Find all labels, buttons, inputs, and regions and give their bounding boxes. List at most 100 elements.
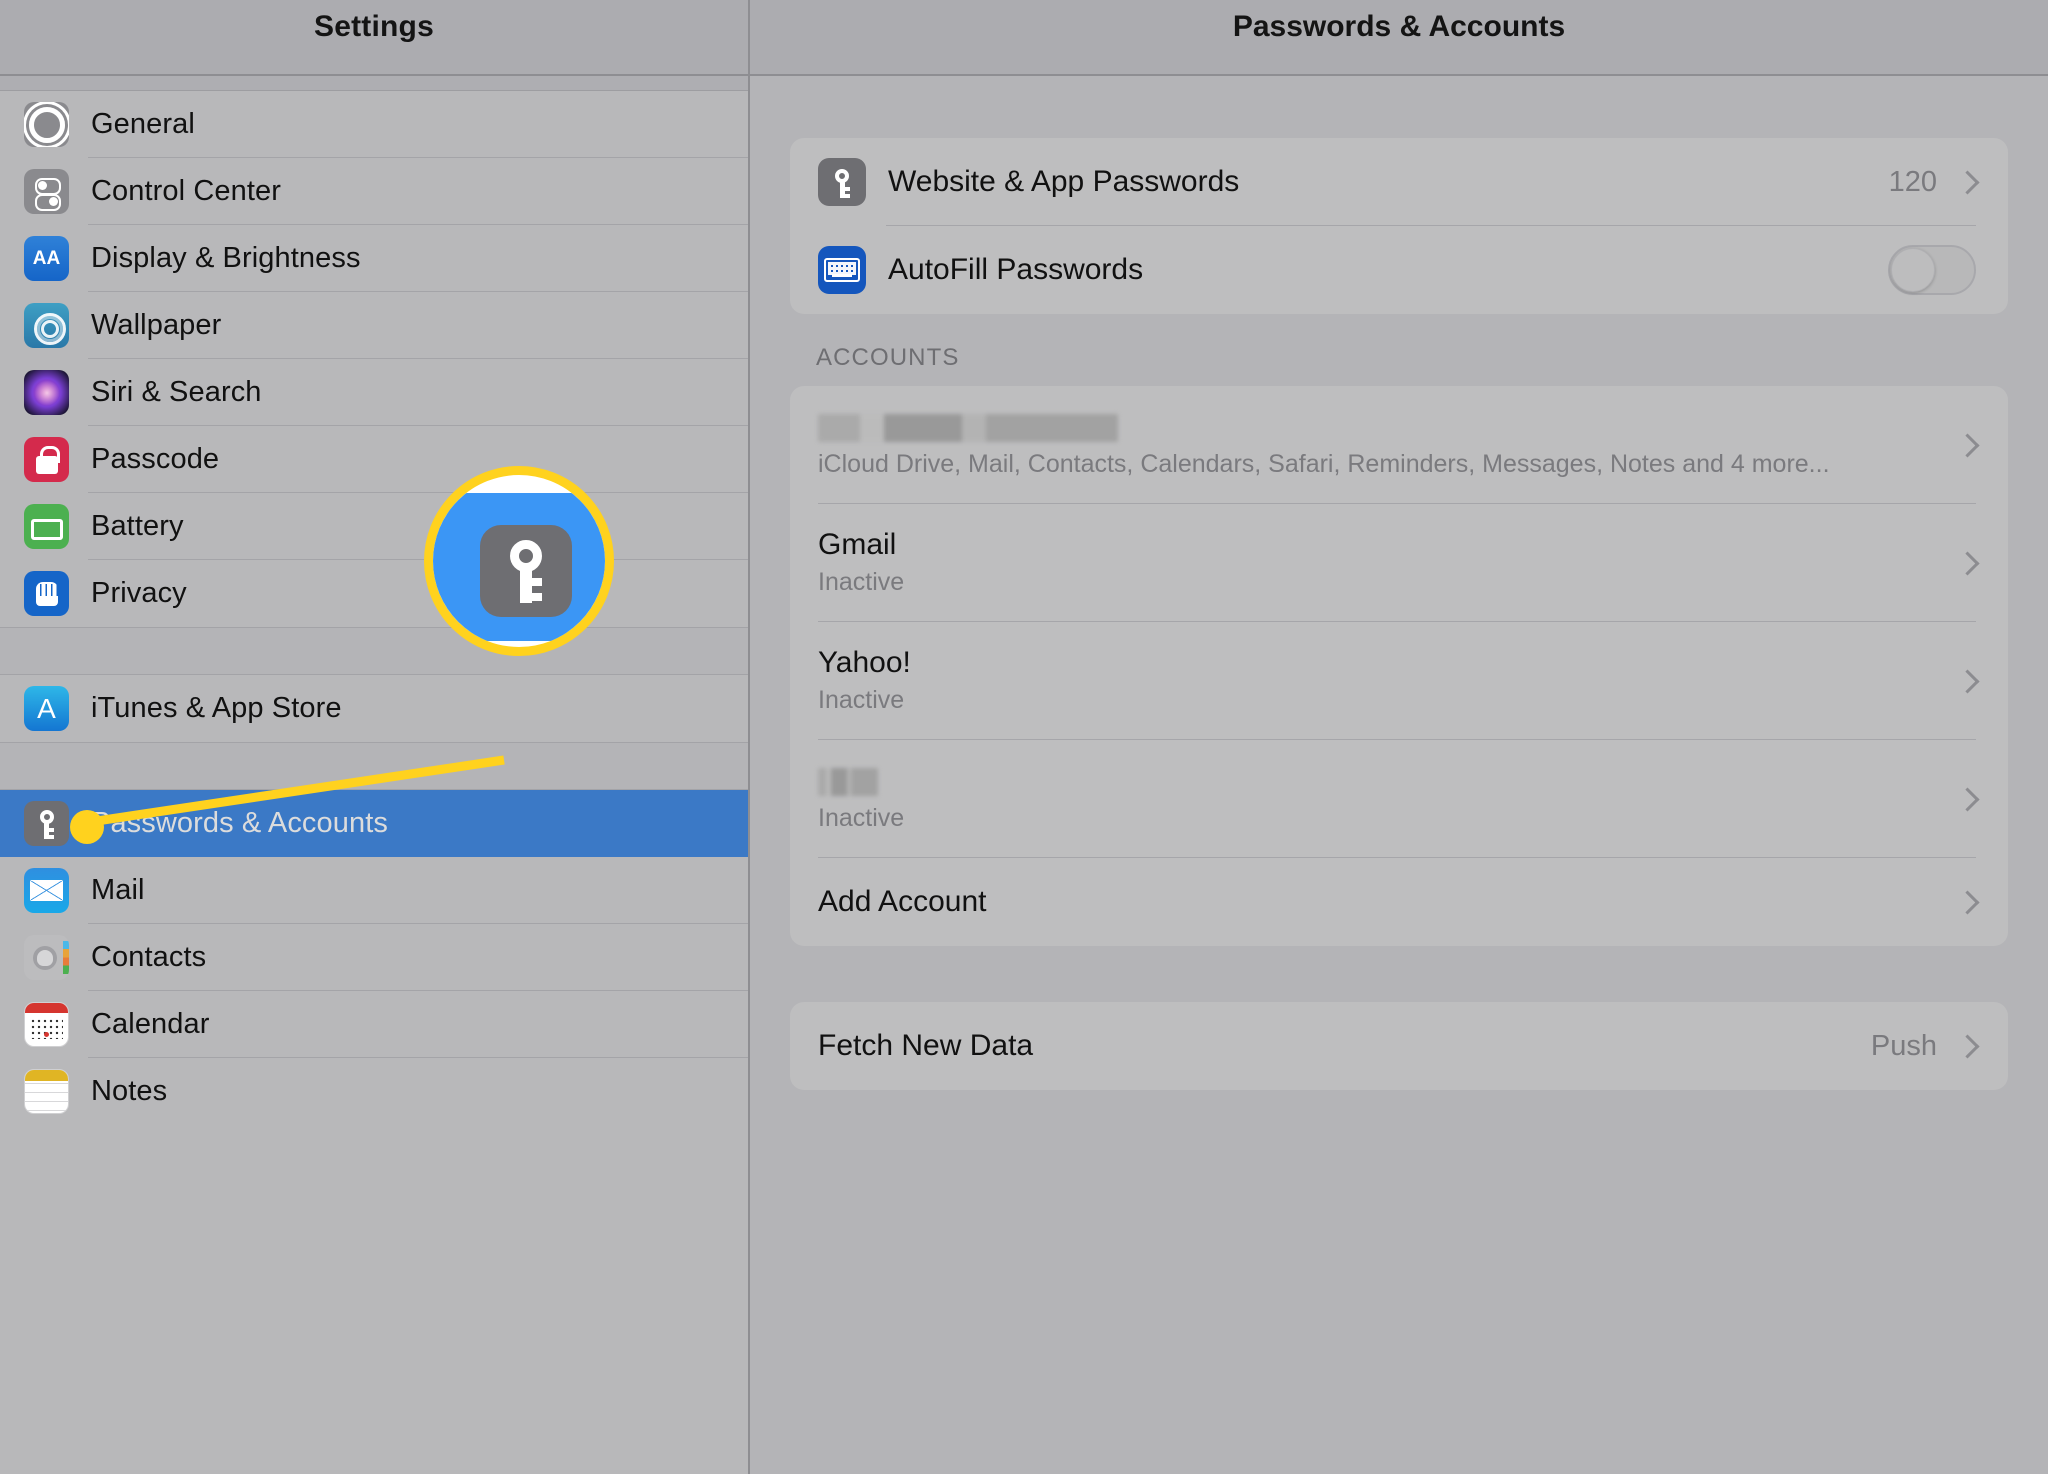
main-header: Passwords & Accounts — [750, 0, 2048, 76]
chevron-right-icon — [1955, 1033, 1980, 1059]
account-title: Yahoo! — [818, 645, 911, 679]
gear-icon — [24, 102, 69, 147]
account-row-gmail[interactable]: Gmail Inactive — [790, 504, 2008, 622]
sidebar-group-gap — [0, 627, 748, 675]
sidebar-group-store: iTunes & App Store — [0, 675, 748, 742]
account-text: Yahoo! Inactive — [818, 647, 1955, 716]
key-icon — [24, 801, 69, 846]
account-subtitle: iCloud Drive, Mail, Contacts, Calendars,… — [818, 450, 1830, 479]
sidebar-item-label: Mail — [91, 874, 145, 906]
sidebar-item-control-center[interactable]: Control Center — [0, 158, 748, 225]
magnifier-content — [433, 475, 605, 647]
sidebar-item-siri-search[interactable]: Siri & Search — [0, 359, 748, 426]
chevron-right-icon — [1955, 668, 1980, 694]
sidebar-item-label: Battery — [91, 510, 184, 542]
contacts-icon — [24, 935, 69, 980]
page-title: Passwords & Accounts — [1232, 10, 1566, 43]
sidebar-item-label: iTunes & App Store — [91, 692, 342, 724]
chevron-right-icon — [1955, 432, 1980, 458]
key-icon — [818, 158, 866, 206]
chevron-right-icon — [1955, 786, 1980, 812]
sidebar-item-privacy[interactable]: Privacy — [0, 560, 748, 627]
settings-sidebar: Settings General Control Center Display … — [0, 0, 750, 1474]
sidebar-item-label: Wallpaper — [91, 309, 222, 341]
switches-icon — [24, 169, 69, 214]
account-text: iCloud Drive, Mail, Contacts, Calendars,… — [818, 411, 1955, 480]
sidebar-item-notes[interactable]: Notes — [0, 1058, 748, 1125]
hand-icon — [24, 571, 69, 616]
sidebar-item-label: Privacy — [91, 577, 187, 609]
text-size-icon — [24, 236, 69, 281]
chevron-right-icon — [1955, 169, 1980, 195]
sidebar-item-wallpaper[interactable]: Wallpaper — [0, 292, 748, 359]
sidebar-group-system: General Control Center Display & Brightn… — [0, 91, 748, 627]
keyboard-icon — [818, 246, 866, 294]
row-label: AutoFill Passwords — [888, 253, 1144, 286]
sidebar-item-label: Display & Brightness — [91, 242, 361, 274]
sidebar-item-display-brightness[interactable]: Display & Brightness — [0, 225, 748, 292]
sidebar-item-mail[interactable]: Mail — [0, 857, 748, 924]
siri-icon — [24, 370, 69, 415]
row-label: Website & App Passwords — [888, 165, 1240, 198]
sidebar-item-label: General — [91, 108, 195, 140]
chevron-right-icon — [1955, 550, 1980, 576]
account-subtitle: Inactive — [818, 686, 905, 715]
account-text: Inactive — [818, 765, 1955, 834]
accounts-section-header: ACCOUNTS — [816, 344, 960, 371]
notes-icon — [24, 1069, 69, 1114]
fetch-mode-value: Push — [1870, 1029, 1937, 1062]
account-row-yahoo[interactable]: Yahoo! Inactive — [790, 622, 2008, 740]
account-row-other[interactable]: Inactive — [790, 740, 2008, 858]
autofill-passwords-toggle[interactable] — [1888, 245, 1976, 295]
sidebar-item-calendar[interactable]: Calendar — [0, 991, 748, 1058]
account-text: Gmail Inactive — [818, 529, 1955, 598]
redacted-account-name — [818, 413, 1118, 442]
sidebar-item-label: Siri & Search — [91, 376, 262, 408]
sidebar-item-passwords-accounts[interactable]: Passwords & Accounts — [0, 790, 748, 857]
sidebar-item-label: Calendar — [91, 1008, 210, 1040]
add-account-row[interactable]: Add Account — [790, 858, 2008, 946]
password-count: 120 — [1888, 165, 1937, 198]
envelope-icon — [24, 868, 69, 913]
sidebar-item-label: Contacts — [91, 941, 207, 973]
battery-icon — [24, 504, 69, 549]
add-account-label: Add Account — [818, 885, 987, 918]
account-row-icloud[interactable]: iCloud Drive, Mail, Contacts, Calendars,… — [790, 386, 2008, 504]
autofill-passwords-row[interactable]: AutoFill Passwords — [790, 226, 2008, 314]
main-body: Website & App Passwords 120 AutoFill Pas… — [750, 76, 2048, 1090]
row-label: Fetch New Data — [818, 1029, 1034, 1062]
account-title — [818, 411, 1955, 443]
sidebar-item-general[interactable]: General — [0, 91, 748, 158]
account-title — [818, 765, 1955, 797]
key-icon — [480, 525, 572, 617]
chevron-right-icon — [1955, 889, 1980, 915]
sidebar-item-label: Control Center — [91, 175, 281, 207]
fetch-card: Fetch New Data Push — [790, 1002, 2008, 1090]
account-title: Gmail — [818, 527, 897, 561]
sidebar-item-passcode[interactable]: Passcode — [0, 426, 748, 493]
sidebar-item-battery[interactable]: Battery — [0, 493, 748, 560]
toggle-knob — [1891, 248, 1935, 292]
sidebar-subbar — [0, 76, 748, 91]
fetch-new-data-row[interactable]: Fetch New Data Push — [790, 1002, 2008, 1090]
ipad-settings-screen: Settings General Control Center Display … — [0, 0, 2048, 1474]
magnified-key-icon-callout — [424, 466, 614, 656]
passwords-card: Website & App Passwords 120 AutoFill Pas… — [790, 138, 2008, 314]
calendar-icon — [24, 1002, 69, 1047]
app-store-icon — [24, 686, 69, 731]
sidebar-group-gap — [0, 742, 748, 790]
main-detail-panel: Passwords & Accounts Website & App Passw… — [750, 0, 2048, 1474]
lock-icon — [24, 437, 69, 482]
sidebar-item-label: Passcode — [91, 443, 220, 475]
account-subtitle: Inactive — [818, 804, 905, 833]
callout-anchor-dot — [70, 810, 104, 844]
redacted-account-name — [818, 767, 878, 796]
sidebar-item-contacts[interactable]: Contacts — [0, 924, 748, 991]
account-subtitle: Inactive — [818, 568, 905, 597]
sidebar-group-accounts: Passwords & Accounts Mail Contacts Calen… — [0, 790, 748, 1125]
sidebar-title: Settings — [314, 10, 434, 43]
website-app-passwords-row[interactable]: Website & App Passwords 120 — [790, 138, 2008, 226]
accounts-card: iCloud Drive, Mail, Contacts, Calendars,… — [790, 386, 2008, 946]
sidebar-item-label: Passwords & Accounts — [91, 807, 388, 839]
sidebar-item-itunes-app-store[interactable]: iTunes & App Store — [0, 675, 748, 742]
